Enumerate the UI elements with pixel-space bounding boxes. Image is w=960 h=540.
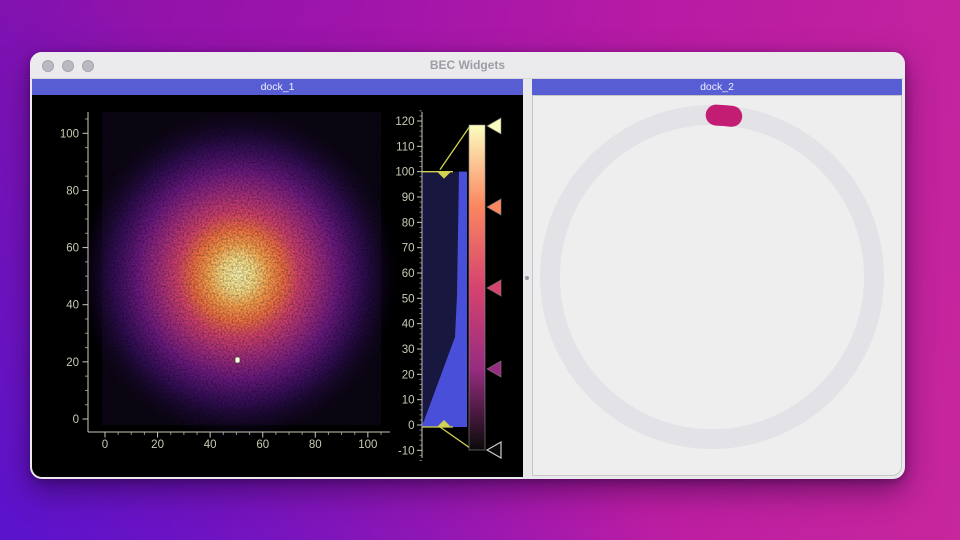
svg-text:110: 110 [396,141,414,153]
svg-text:0: 0 [408,420,414,432]
svg-text:80: 80 [66,185,79,197]
desktop-background: BEC Widgets dock_1 dock_2 [0,0,960,540]
svg-text:50: 50 [402,293,415,305]
svg-text:40: 40 [402,319,415,331]
svg-text:40: 40 [204,439,217,451]
window-titlebar[interactable]: BEC Widgets [30,52,905,79]
svg-text:60: 60 [66,243,79,255]
svg-text:60: 60 [256,439,269,451]
colormap-tick-icon[interactable] [487,361,501,377]
svg-text:120: 120 [395,116,414,128]
ring-progress-track [550,115,874,439]
svg-text:60: 60 [402,268,415,280]
window-title: BEC Widgets [30,52,905,78]
svg-text:70: 70 [402,243,415,255]
svg-text:0: 0 [102,439,108,451]
svg-text:20: 20 [402,369,415,381]
dock2-titlebar[interactable]: dock_2 [532,79,902,95]
svg-text:80: 80 [402,217,415,229]
crosshair-marker-dot[interactable] [235,357,240,363]
svg-text:100: 100 [395,167,414,179]
heatmap-noise-texture [102,112,381,425]
svg-text:20: 20 [151,439,164,451]
colorbar-gradient[interactable] [469,125,485,450]
colormap-tick-icon[interactable] [487,118,501,134]
svg-text:0: 0 [73,414,79,426]
histogram-lut-widget[interactable]: -10 0 10 20 30 40 50 60 70 80 90 100 110 120 [395,111,501,461]
svg-text:20: 20 [66,357,79,369]
dock1-titlebar[interactable]: dock_1 [32,79,523,95]
ring-progress-widget [533,96,901,475]
dock2-label: dock_2 [700,81,734,93]
colormap-tick-icon[interactable] [487,280,501,296]
svg-text:100: 100 [60,128,79,140]
dock1-label: dock_1 [261,81,295,93]
colormap-tick-icon[interactable] [487,442,501,458]
colormap-tick-icon[interactable] [487,199,501,215]
svg-text:10: 10 [402,395,415,407]
svg-text:80: 80 [309,439,322,451]
bec-widgets-window: BEC Widgets dock_1 dock_2 [30,52,905,479]
svg-text:40: 40 [66,300,79,312]
svg-text:-10: -10 [398,445,415,457]
svg-text:30: 30 [402,344,415,356]
dock1-plot-panel: 0 20 40 60 80 100 0 20 40 60 80 100 -10 0 10 20 30 40 50 6… [32,95,523,477]
svg-text:100: 100 [358,439,377,451]
image-plot-canvas[interactable]: 0 20 40 60 80 100 0 20 40 60 80 100 -10 0 10 20 30 40 50 6… [32,95,523,477]
dock-splitter-handle[interactable] [525,276,529,280]
svg-text:90: 90 [402,192,415,204]
ring-progress-value [716,115,732,116]
dock2-ring-panel [532,95,902,476]
